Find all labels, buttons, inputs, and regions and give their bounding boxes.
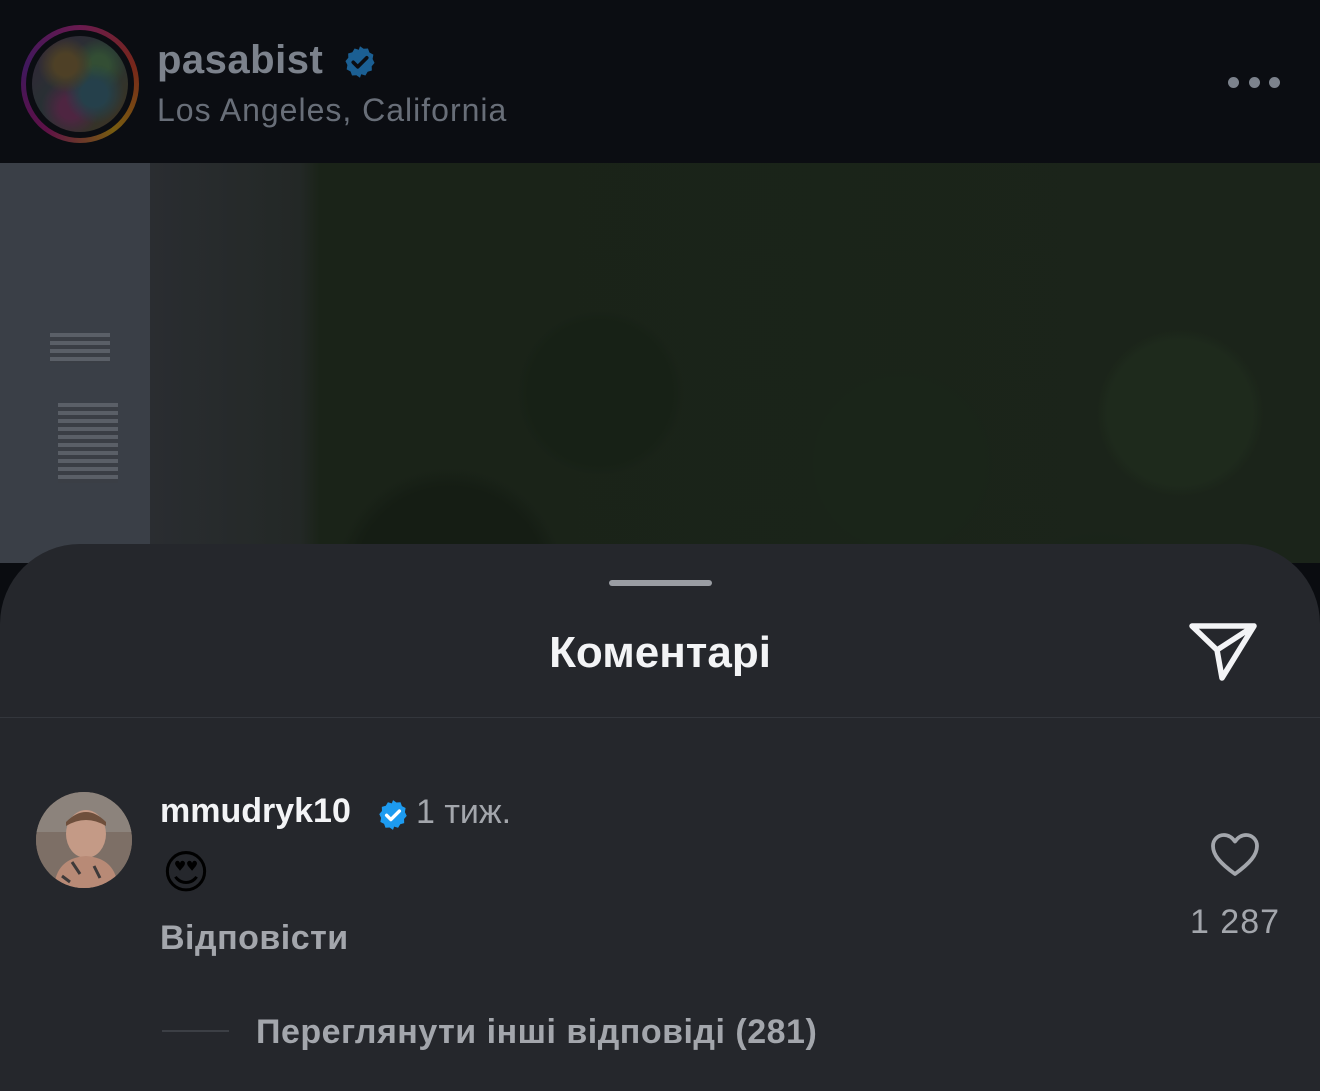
screen: pasabist Los Angeles, California Комента… [0, 0, 1320, 1091]
post-photo [0, 163, 1320, 563]
reply-button[interactable]: Відповісти [160, 919, 349, 958]
view-more-replies-button[interactable]: Переглянути інші відповіді (281) [256, 1013, 817, 1052]
header-divider [0, 717, 1320, 718]
heart-icon[interactable] [1210, 832, 1260, 878]
post-header: pasabist Los Angeles, California [0, 0, 1320, 163]
sheet-grabber-handle[interactable] [609, 580, 712, 586]
sheet-title: Коментарі [549, 628, 771, 677]
comments-sheet: Коментарі mmudryk10 1 тиж. 😍 Відповісти [0, 544, 1320, 1091]
replies-divider-line [162, 1030, 229, 1032]
verified-badge-icon [345, 46, 375, 78]
paper-plane-icon[interactable] [1188, 620, 1260, 684]
like-count: 1 287 [1189, 903, 1281, 941]
verified-badge-icon [379, 800, 407, 830]
more-options-icon[interactable] [1228, 70, 1280, 94]
avatar-image [36, 792, 132, 888]
post-location[interactable]: Los Angeles, California [157, 92, 507, 129]
avatar-image [32, 36, 128, 132]
post-author-avatar[interactable] [21, 25, 139, 143]
commenter-avatar[interactable] [36, 792, 132, 888]
commenter-username[interactable]: mmudryk10 [160, 792, 351, 831]
comment-timestamp: 1 тиж. [416, 793, 512, 831]
comment-text: 😍 [162, 846, 210, 898]
post-author-username[interactable]: pasabist [157, 38, 323, 83]
